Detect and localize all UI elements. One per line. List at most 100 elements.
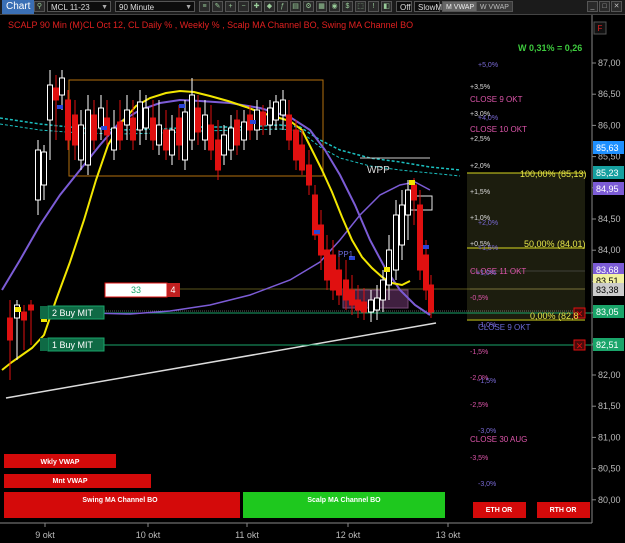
up-candle <box>78 124 84 161</box>
indicator-selector[interactable]: SlowMA <box>414 1 447 12</box>
chart-tab[interactable]: Chart <box>2 0 35 14</box>
toolbar: Chart ⚲ MCL 11-23 ▼ 90 Minute ▼ ≡ ✎ + − ✚ … <box>0 0 625 15</box>
off-toggle[interactable]: Off <box>396 1 412 12</box>
data-box-icon[interactable]: ▦ <box>316 1 327 12</box>
price-tick-label: 80,50 <box>598 464 621 474</box>
drawing-tools-icon[interactable]: ⬚ <box>355 1 366 12</box>
up-candle <box>124 109 130 126</box>
signal-marker <box>101 126 107 130</box>
down-candle <box>21 311 27 321</box>
down-candle <box>260 111 266 126</box>
up-candle <box>143 107 149 129</box>
crosshair-icon[interactable]: ✚ <box>251 1 262 12</box>
zoom-out-icon[interactable]: − <box>238 1 249 12</box>
screenshot-icon[interactable]: ◉ <box>329 1 340 12</box>
percent-level-label: +3,5% <box>470 84 490 91</box>
close-label: CLOSE 9 OKT <box>470 95 523 104</box>
down-candle <box>312 194 318 236</box>
fib-50-label: 50,00% (84,01) <box>524 239 586 249</box>
up-candle <box>182 111 188 161</box>
price-tick-label: 84,00 <box>598 245 621 255</box>
rth-or-label: RTH OR <box>550 507 577 514</box>
signal-marker <box>15 307 21 312</box>
down-candle <box>7 317 13 341</box>
price-tick-label: 81,50 <box>598 401 621 411</box>
percent-level-label: +2,5% <box>470 136 490 143</box>
f-icon: F <box>598 24 603 33</box>
price-marker-label: 82,51 <box>596 340 619 350</box>
percent-level-label: +1,0% <box>476 270 496 277</box>
interval-selector[interactable]: 90 Minute ▼ <box>115 1 195 12</box>
up-candle <box>241 121 247 141</box>
close-icon[interactable]: ✕ <box>611 1 622 12</box>
zoom-icon[interactable]: + <box>225 1 236 12</box>
down-candle <box>423 254 429 291</box>
chart-trader-icon[interactable]: $ <box>342 1 353 12</box>
chart-canvas[interactable]: 33 4 2 Buy MIT 1 Buy MIT ✕ ✕ SCALP 90 Mi… <box>0 15 625 543</box>
signal-marker <box>179 104 185 108</box>
strategy-icon[interactable]: ◆ <box>264 1 275 12</box>
up-candle <box>98 107 104 129</box>
wkly-vwap-label: Wkly VWAP <box>41 459 80 466</box>
percent-level-label: -2,5% <box>470 402 488 409</box>
eth-or-label: ETH OR <box>486 507 512 514</box>
down-candle <box>28 304 34 311</box>
down-candle <box>417 204 423 271</box>
up-candle <box>280 99 286 116</box>
percent-level-label: -1,5% <box>478 378 496 385</box>
percent-level-label: -3,0% <box>478 481 496 488</box>
down-candle <box>324 249 330 281</box>
date-tick-label: 13 okt <box>436 530 461 540</box>
down-candle <box>330 254 336 291</box>
alert-icon[interactable]: ! <box>368 1 379 12</box>
percent-level-label: -1,0% <box>478 322 496 329</box>
buy-mit-1-handle[interactable] <box>40 338 48 351</box>
up-candle <box>189 94 195 141</box>
close-icon: ✕ <box>576 341 584 351</box>
properties-icon[interactable]: ⚙ <box>303 1 314 12</box>
down-candle <box>355 299 361 311</box>
down-candle <box>130 117 136 141</box>
percent-level-label: -3,5% <box>470 455 488 462</box>
buy-mit-2-handle[interactable] <box>40 306 48 319</box>
percent-level-label: +2,0% <box>478 220 498 227</box>
price-marker-label: 85,23 <box>596 168 619 178</box>
symbol-selector[interactable]: MCL 11-23 ▼ <box>47 1 111 12</box>
account-icon[interactable]: ◧ <box>381 1 392 12</box>
up-candle <box>202 114 208 141</box>
link-icon[interactable]: ⚲ <box>34 1 45 12</box>
price-tick-label: 82,00 <box>598 370 621 380</box>
scalp-bo-badge <box>243 492 445 518</box>
percent-level-label: +5,0% <box>478 62 498 69</box>
down-candle <box>286 114 292 141</box>
up-candle <box>111 127 117 151</box>
maximize-icon[interactable]: □ <box>599 1 610 12</box>
up-candle <box>41 151 47 186</box>
down-candle <box>318 224 324 256</box>
m-vwap-button[interactable]: M VWAP <box>442 1 479 12</box>
bars-icon[interactable]: ≡ <box>199 1 210 12</box>
minimize-icon[interactable]: _ <box>587 1 598 12</box>
down-candle <box>349 289 355 306</box>
w-vwap-button[interactable]: W VWAP <box>476 1 513 12</box>
chart-title: SCALP 90 Min (M)CL Oct 12, CL Daily % , … <box>8 20 413 30</box>
signal-marker <box>314 230 320 234</box>
down-candle <box>336 269 342 296</box>
up-candle <box>59 77 65 96</box>
price-marker-label: 83,38 <box>596 285 619 295</box>
down-candle <box>299 144 305 171</box>
wpp-label: WPP <box>367 165 390 176</box>
indicators-icon[interactable]: ƒ <box>277 1 288 12</box>
weekly-change: W 0,31% = 0,26 <box>518 43 582 53</box>
chevron-down-icon: ▼ <box>185 4 192 11</box>
down-candle <box>411 184 417 201</box>
draw-icon[interactable]: ✎ <box>212 1 223 12</box>
down-candle <box>150 117 156 141</box>
up-candle <box>228 127 234 151</box>
scalp-bo-label: Scalp MA Channel BO <box>307 497 381 504</box>
chevron-down-icon: ▼ <box>101 4 108 11</box>
price-tick-label: 87,00 <box>598 58 621 68</box>
templates-icon[interactable]: ▤ <box>290 1 301 12</box>
up-candle <box>156 124 162 146</box>
down-candle <box>163 129 169 151</box>
